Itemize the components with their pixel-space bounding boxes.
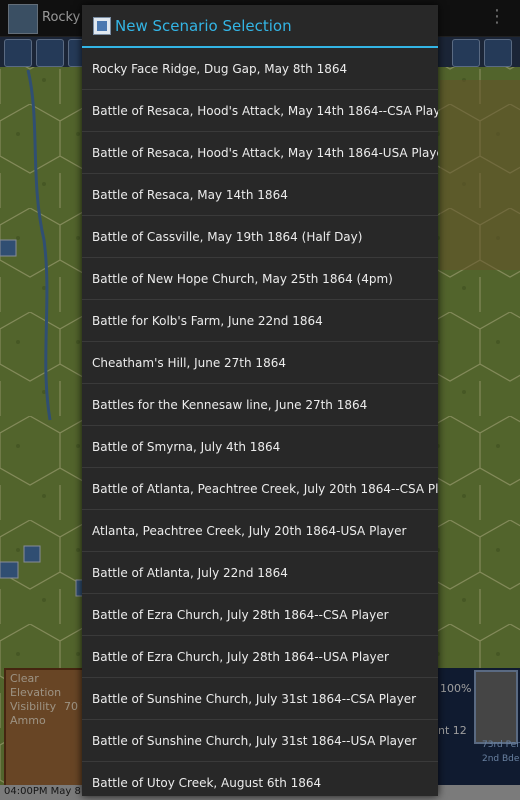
scenario-item[interactable]: Battle of Sunshine Church, July 31st 186… [82,678,438,720]
scenario-item[interactable]: Battle of Resaca, Hood's Attack, May 14t… [82,90,438,132]
scenario-item-label: Battle of Resaca, Hood's Attack, May 14t… [92,103,438,118]
scenario-selection-dialog: New Scenario Selection Rocky Face Ridge,… [82,5,438,796]
scenario-item[interactable]: Battle of Cassville, May 19th 1864 (Half… [82,216,438,258]
scenario-item-label: Atlanta, Peachtree Creek, July 20th 1864… [92,523,407,538]
scenario-item-label: Battle of Smyrna, July 4th 1864 [92,439,281,454]
scenario-item[interactable]: Battle of Resaca, May 14th 1864 [82,174,438,216]
dialog-title: New Scenario Selection [115,17,292,35]
scenario-item-label: Cheatham's Hill, June 27th 1864 [92,355,286,370]
dialog-header: New Scenario Selection [82,5,438,47]
scenario-item[interactable]: Battle of New Hope Church, May 25th 1864… [82,258,438,300]
scenario-item[interactable]: Atlanta, Peachtree Creek, July 20th 1864… [82,510,438,552]
scenario-item[interactable]: Battle of Resaca, Hood's Attack, May 14t… [82,132,438,174]
scenario-item[interactable]: Battles for the Kennesaw line, June 27th… [82,384,438,426]
scenario-item[interactable]: Battle of Atlanta, Peachtree Creek, July… [82,468,438,510]
scenario-item-label: Battle of Resaca, Hood's Attack, May 14t… [92,145,438,160]
scenario-item[interactable]: Battle of Smyrna, July 4th 1864 [82,426,438,468]
scenario-item-label: Battle for Kolb's Farm, June 22nd 1864 [92,313,323,328]
scenario-item-label: Battle of Atlanta, Peachtree Creek, July… [92,481,438,496]
scenario-item-label: Battle of Cassville, May 19th 1864 (Half… [92,229,363,244]
scenario-icon [93,17,111,35]
scenario-item-label: Battle of Sunshine Church, July 31st 186… [92,733,417,748]
scenario-item-label: Battle of Sunshine Church, July 31st 186… [92,691,417,706]
scenario-item-label: Battle of Atlanta, July 22nd 1864 [92,565,288,580]
scenario-item[interactable]: Battle of Ezra Church, July 28th 1864--C… [82,594,438,636]
scenario-item-label: Battle of Resaca, May 14th 1864 [92,187,288,202]
scenario-item[interactable]: Rocky Face Ridge, Dug Gap, May 8th 1864 [82,48,438,90]
scenario-item-label: Battle of Utoy Creek, August 6th 1864 [92,775,322,790]
scenario-item[interactable]: Battle for Kolb's Farm, June 22nd 1864 [82,300,438,342]
scenario-item[interactable]: Battle of Sunshine Church, July 31st 186… [82,720,438,762]
scenario-item-label: Battle of Ezra Church, July 28th 1864--U… [92,649,389,664]
scenario-item[interactable]: Battle of Ezra Church, July 28th 1864--U… [82,636,438,678]
scenario-item[interactable]: Battle of Utoy Creek, August 6th 1864 [82,762,438,796]
scenario-item[interactable]: Battle of Atlanta, July 22nd 1864 [82,552,438,594]
scenario-item[interactable]: Cheatham's Hill, June 27th 1864 [82,342,438,384]
scenario-item-label: Battle of New Hope Church, May 25th 1864… [92,271,393,286]
scenario-item-label: Battles for the Kennesaw line, June 27th… [92,397,368,412]
scenario-item-label: Rocky Face Ridge, Dug Gap, May 8th 1864 [92,61,348,76]
scenario-item-label: Battle of Ezra Church, July 28th 1864--C… [92,607,389,622]
scenario-list: Rocky Face Ridge, Dug Gap, May 8th 1864 B… [82,48,438,796]
